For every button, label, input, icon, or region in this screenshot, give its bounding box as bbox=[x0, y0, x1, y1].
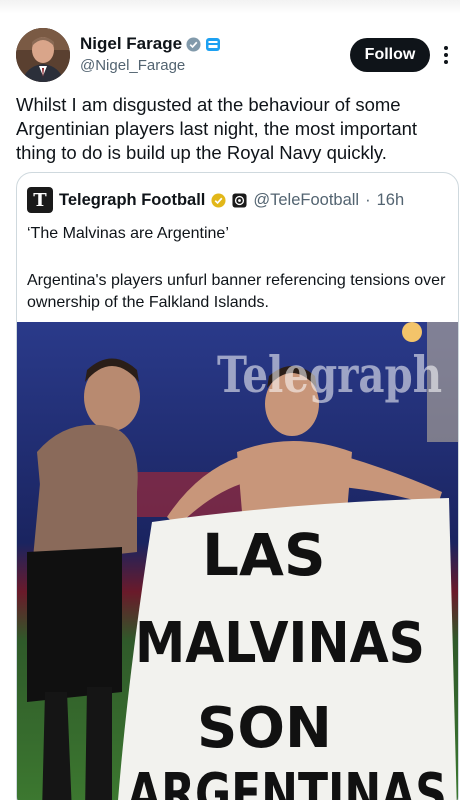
avatar[interactable] bbox=[16, 28, 70, 82]
banner-line-2: MALVINAS bbox=[135, 611, 425, 676]
quoted-tweet[interactable]: T Telegraph Football @TeleFootball · 16h… bbox=[16, 172, 459, 800]
quoted-headline: ‘The Malvinas are Argentine’ bbox=[27, 225, 229, 242]
handle[interactable]: @Nigel_Farage bbox=[80, 57, 220, 74]
separator-dot: · bbox=[365, 190, 371, 209]
author-names: Nigel Farage @Nigel_Farage bbox=[80, 34, 221, 74]
government-affiliation-icon bbox=[205, 37, 221, 52]
follow-button[interactable]: Follow bbox=[350, 38, 430, 72]
tweet-photo[interactable]: LAS MALVINAS SON ARGENTINAS Telegraph bbox=[17, 322, 458, 800]
affiliate-badge-icon bbox=[232, 192, 247, 208]
quoted-handle: @TeleFootball bbox=[253, 190, 360, 209]
verified-gold-badge-icon bbox=[211, 192, 226, 208]
display-name[interactable]: Nigel Farage bbox=[80, 34, 182, 54]
quoted-display-name: Telegraph Football bbox=[59, 190, 206, 209]
quoted-header: T Telegraph Football @TeleFootball · 16h bbox=[27, 187, 404, 213]
banner-line-3: SON bbox=[197, 696, 332, 761]
telegraph-watermark: Telegraph bbox=[217, 345, 442, 404]
quoted-body: Argentina's players unfurl banner refere… bbox=[27, 272, 446, 311]
quoted-time: 16h bbox=[376, 190, 405, 209]
tweet-header: Nigel Farage @Nigel_Farage Follow bbox=[16, 28, 448, 84]
top-fade bbox=[0, 0, 460, 14]
tweet-text: Whilst I am disgusted at the behaviour o… bbox=[16, 94, 418, 163]
verified-gray-badge-icon bbox=[186, 36, 201, 52]
banner-line-4: ARGENTINAS bbox=[127, 762, 447, 800]
more-options-icon[interactable] bbox=[442, 44, 450, 66]
telegraph-logo-icon: T bbox=[27, 187, 53, 213]
banner-line-1: LAS bbox=[202, 521, 326, 589]
